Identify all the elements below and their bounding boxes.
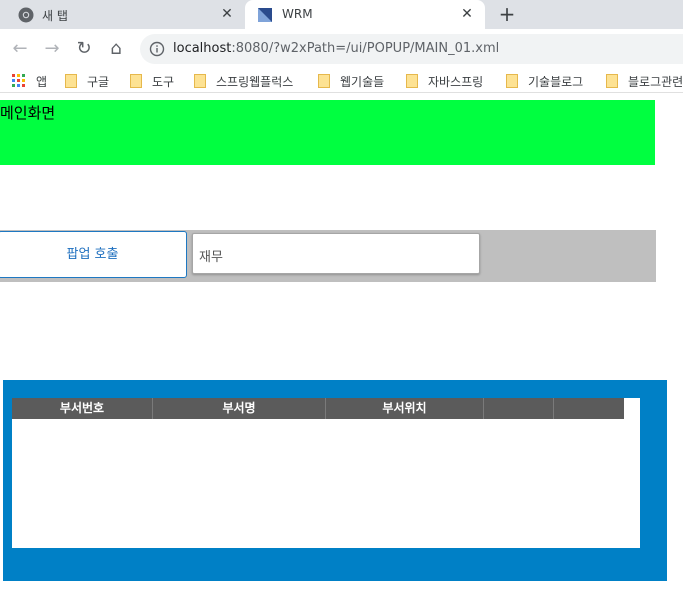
bookmark-folder[interactable]: 도구 [130,72,174,90]
bookmark-folder[interactable]: 블로그관련 [606,72,683,90]
page-title: 메인화면 [0,104,56,122]
browser-tab-strip: 새 탭 ✕ WRM ✕ + [0,0,683,29]
info-icon[interactable] [149,41,165,57]
folder-icon [318,74,330,88]
bookmark-label: 블로그관련 [628,74,683,89]
bookmark-apps[interactable]: 앱 [12,72,47,90]
tab-title: 새 탭 [42,9,68,23]
folder-icon [194,74,206,88]
folder-icon [65,74,77,88]
bookmark-folder[interactable]: 웹기술들 [318,72,384,90]
new-tab-button[interactable]: + [497,4,517,24]
bookmark-label: 자바스프링 [428,74,484,89]
tab-title: WRM [282,7,313,21]
reload-icon[interactable]: ↻ [73,38,95,60]
popup-call-button[interactable]: 팝업 호출 [0,231,187,278]
close-tab-icon[interactable]: ✕ [219,6,235,22]
bookmark-folder[interactable]: 기술블로그 [506,72,583,90]
home-icon[interactable]: ⌂ [105,38,127,60]
bookmark-label: 스프링웹플럭스 [216,74,294,89]
wrm-favicon-icon [258,8,272,22]
tab-wrm[interactable]: WRM ✕ [245,0,485,29]
apps-grid-icon [12,74,25,87]
bookmark-label: 도구 [152,74,175,89]
close-tab-icon[interactable]: ✕ [459,6,475,22]
grid-panel: 부서번호 부서명 부서위치 [3,380,667,581]
grid-column-header[interactable]: 부서명 [153,398,326,419]
grid-column-header[interactable] [554,398,624,419]
grid-column-header[interactable]: 부서번호 [12,398,153,419]
controls-bar: 팝업 호출 재무 [0,230,656,282]
department-grid[interactable]: 부서번호 부서명 부서위치 [12,398,640,548]
grid-column-header[interactable] [484,398,554,419]
page-content: 메인화면 팝업 호출 재무 부서번호 부서명 부서위치 [0,93,683,597]
bookmark-folder[interactable]: 스프링웹플럭스 [194,72,293,90]
bookmark-folder[interactable]: 자바스프링 [406,72,483,90]
url-path: :8080/?w2xPath=/ui/POPUP/MAIN_01.xml [231,41,500,56]
bookmark-folder[interactable]: 구글 [65,72,109,90]
main-header-bar: 메인화면 [0,100,655,165]
back-icon[interactable]: ← [9,38,31,60]
browser-toolbar: ← → ↻ ⌂ localhost:8080/?w2xPath=/ui/POPU… [0,29,683,68]
forward-icon[interactable]: → [41,38,63,60]
bookmark-label: 앱 [36,74,48,89]
folder-icon [406,74,418,88]
bookmark-label: 기술블로그 [528,74,584,89]
folder-icon [130,74,142,88]
grid-column-header[interactable]: 부서위치 [326,398,484,419]
grid-header: 부서번호 부서명 부서위치 [12,398,624,419]
folder-icon [606,74,618,88]
chrome-icon [18,7,34,23]
department-input[interactable]: 재무 [192,233,480,274]
url-text: localhost:8080/?w2xPath=/ui/POPUP/MAIN_0… [173,41,499,56]
bookmarks-bar: 앱 구글 도구 스프링웹플럭스 웹기술들 자바스프링 기술블로그 블로그관련 [0,68,683,93]
address-bar[interactable]: localhost:8080/?w2xPath=/ui/POPUP/MAIN_0… [140,34,683,64]
tab-new-tab[interactable]: 새 탭 ✕ [0,0,245,29]
url-host: localhost [173,41,232,56]
bookmark-label: 웹기술들 [340,74,385,89]
folder-icon [506,74,518,88]
bookmark-label: 구글 [87,74,110,89]
